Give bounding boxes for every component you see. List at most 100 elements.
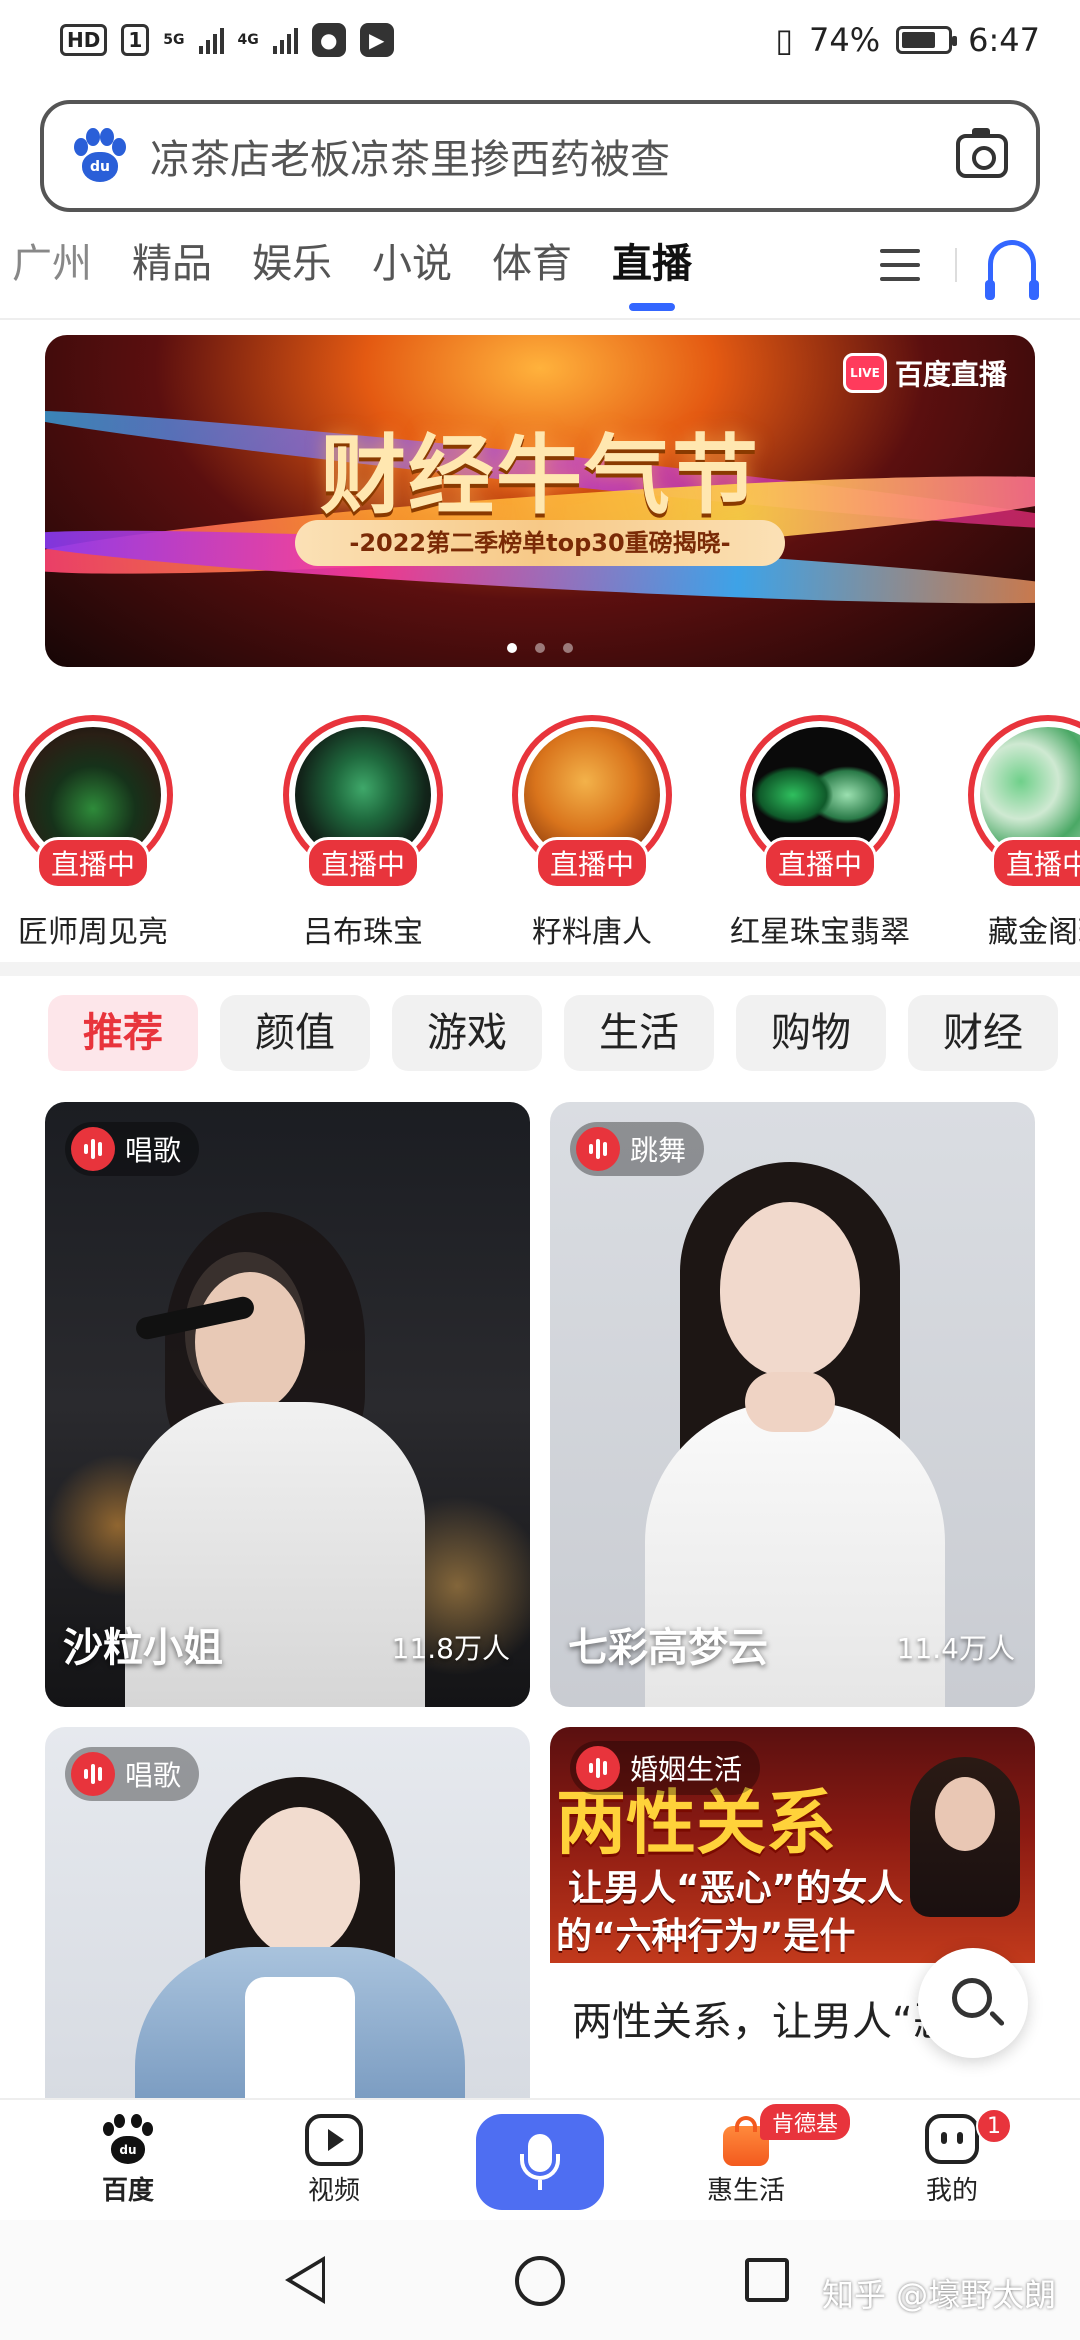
card-category-tag: 唱歌 <box>65 1747 200 1801</box>
signal-4g-icon <box>272 26 298 54</box>
streamer-item[interactable]: 直播中 吕布珠宝 <box>258 705 468 951</box>
person-top <box>245 1977 355 2098</box>
live-streamers-row: 直播中 匠师周见亮 直播中 吕布珠宝 直播中 籽料唐人 直播中 红星珠宝翡翠 直… <box>0 705 1080 960</box>
status-bar: HD 1 5G 4G ● ▶ ▯ 74% 6:47 <box>0 0 1080 80</box>
nav-video[interactable]: 视频 <box>264 2100 404 2220</box>
promo-badge: 肯德基 <box>760 2104 851 2140</box>
bottom-nav: du 百度 视频 惠生活 我的 <box>0 2098 1080 2218</box>
streamer-item[interactable]: 直播中 籽料唐人 <box>487 705 697 951</box>
streamer-avatar: 直播中 <box>512 715 672 889</box>
category-chips: 推荐 颜值 游戏 生活 购物 财经 <box>48 995 1058 1071</box>
microphone-arc <box>520 2154 560 2180</box>
streamer-name: 藏金阁珠 <box>988 915 1080 950</box>
floating-search-button[interactable] <box>918 1948 1028 2058</box>
tab-divider <box>955 248 957 282</box>
live-tag: 直播中 <box>305 837 421 889</box>
person-face <box>195 1272 305 1412</box>
live-badge-text: 百度直播 <box>894 358 1007 391</box>
nav-label: 视频 <box>307 2176 360 2206</box>
category-life[interactable]: 生活 <box>564 995 714 1071</box>
person-face <box>240 1807 360 1957</box>
signal-5g-icon <box>198 26 224 54</box>
profile-face-icon <box>923 2114 981 2166</box>
microphone-stem <box>538 2180 542 2190</box>
card-viewer-count: 11.8万人 <box>391 1632 510 1665</box>
card-tag-label: 跳舞 <box>630 1134 687 1167</box>
nav-label: 惠生活 <box>706 2176 785 2206</box>
pagination-dot <box>563 643 573 653</box>
vibrate-icon: ▯ <box>775 21 794 59</box>
video-play-icon <box>305 2114 363 2166</box>
tab-yule[interactable]: 娱乐 <box>232 224 352 319</box>
tab-zhibo[interactable]: 直播 <box>592 224 712 319</box>
card-tag-label: 婚姻生活 <box>630 1753 743 1786</box>
streamer-name: 红星珠宝翡翠 <box>730 915 910 950</box>
live-card[interactable]: 唱歌 沙粒小姐 11.8万人 <box>45 1102 530 1707</box>
card-category-tag: 婚姻生活 <box>570 1741 761 1795</box>
baidu-live-badge: LIVE 百度直播 <box>842 353 1007 393</box>
promo-banner[interactable]: 财经牛气节 -2022第二季榜单top30重磅揭晓- LIVE 百度直播 <box>45 335 1035 667</box>
live-tag: 直播中 <box>990 837 1080 889</box>
live-card[interactable]: 唱歌 <box>45 1727 530 2098</box>
battery-percent: 74% <box>809 21 881 59</box>
baidu-nav-logo-text: du <box>111 2136 145 2164</box>
live-tag: 直播中 <box>762 837 878 889</box>
home-icon[interactable] <box>515 2256 565 2306</box>
search-icon-handle <box>988 2010 1006 2027</box>
streamer-item[interactable]: 直播中 匠师周见亮 <box>0 705 198 951</box>
tab-guangzhou[interactable]: 广州 <box>0 224 112 319</box>
baidu-logo-icon: du <box>72 128 128 184</box>
voice-search-button[interactable] <box>476 2114 604 2210</box>
category-finance[interactable]: 财经 <box>908 995 1058 1071</box>
streamer-avatar: 直播中 <box>968 715 1080 889</box>
clock: 6:47 <box>968 21 1040 59</box>
menu-icon[interactable] <box>880 245 920 285</box>
live-card[interactable]: 跳舞 七彩高梦云 11.4万人 <box>550 1102 1035 1707</box>
search-input[interactable]: 凉茶店老板凉茶里掺西药被查 <box>150 127 956 185</box>
streamer-avatar: 直播中 <box>13 715 173 889</box>
banner-pagination <box>45 643 1035 653</box>
live-tag: 直播中 <box>534 837 650 889</box>
network-5g-label: 5G <box>163 32 185 48</box>
tab-jingpin[interactable]: 精品 <box>112 224 232 319</box>
search-icon <box>952 1978 992 2018</box>
watermark: 知乎 @壕野太朗 <box>822 2276 1057 2314</box>
section-separator <box>0 962 1080 976</box>
live-tag: 直播中 <box>35 837 151 889</box>
category-recommend[interactable]: 推荐 <box>48 995 198 1071</box>
network-4g-label: 4G <box>237 32 259 48</box>
thumbnail-line-1: 让男人“恶心”的女人 <box>568 1868 904 1909</box>
baidu-paw-icon: du <box>99 2114 157 2166</box>
nav-label: 百度 <box>101 2176 154 2206</box>
streamer-item[interactable]: 直播中 藏金阁珠 <box>943 705 1080 951</box>
camera-icon[interactable] <box>956 128 1008 178</box>
card-streamer-name: 七彩高梦云 <box>568 1625 768 1671</box>
headset-icon[interactable] <box>985 240 1039 300</box>
thumbnail-line-2: 的“六种行为”是什 <box>556 1916 856 1957</box>
category-games[interactable]: 游戏 <box>392 995 542 1071</box>
category-shopping[interactable]: 购物 <box>736 995 886 1071</box>
search-bar[interactable]: du 凉茶店老板凉茶里掺西药被查 <box>40 100 1040 212</box>
pagination-dot <box>507 643 517 653</box>
streamer-name: 籽料唐人 <box>532 915 652 950</box>
live-wave-icon <box>576 1746 620 1790</box>
wechat-icon: ● <box>311 23 346 57</box>
tab-xiaoshuo[interactable]: 小说 <box>352 224 472 319</box>
tab-tiyu[interactable]: 体育 <box>472 224 592 319</box>
live-wave-icon <box>71 1752 115 1796</box>
baidu-logo-text: du <box>82 152 118 182</box>
status-left: HD 1 5G 4G ● ▶ <box>60 23 394 57</box>
nav-baidu[interactable]: du 百度 <box>58 2100 198 2220</box>
recent-apps-icon[interactable] <box>745 2258 789 2302</box>
back-icon[interactable] <box>285 2256 325 2304</box>
presenter-face <box>935 1777 995 1851</box>
category-looks[interactable]: 颜值 <box>220 995 370 1071</box>
card-category-tag: 跳舞 <box>570 1122 705 1176</box>
card-viewer-count: 11.4万人 <box>896 1632 1015 1665</box>
streamer-avatar: 直播中 <box>740 715 900 889</box>
pagination-dot <box>535 643 545 653</box>
status-right: ▯ 74% 6:47 <box>775 21 1040 59</box>
battery-icon <box>896 26 958 54</box>
live-wave-icon <box>71 1127 115 1171</box>
streamer-item[interactable]: 直播中 红星珠宝翡翠 <box>715 705 925 951</box>
